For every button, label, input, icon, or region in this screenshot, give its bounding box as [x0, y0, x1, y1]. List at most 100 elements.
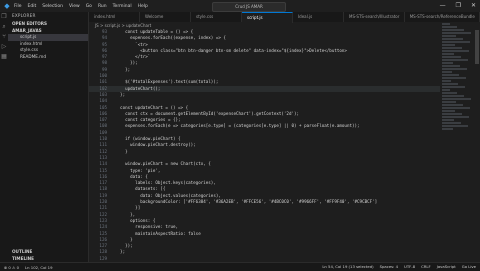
- explorer-sidebar: EXPLORER OPEN EDITORS AMAR_JAVAS script.…: [8, 12, 89, 262]
- code-text: </tr>`: [115, 54, 151, 60]
- editor-tabs: index.html Welcome style.css script.js Ideal…: [89, 12, 480, 23]
- code-text: const ctx = document.getElementById('exp…: [115, 110, 300, 116]
- minimap-line: [442, 65, 460, 67]
- scrollbar-thumb[interactable]: [475, 30, 479, 64]
- code-text: if (window.pieChart) {: [115, 136, 181, 142]
- explorer-header: EXPLORER: [12, 13, 36, 18]
- menu-item-go[interactable]: Go: [86, 4, 92, 9]
- search-icon[interactable]: ⌕: [0, 22, 8, 32]
- editor-tab[interactable]: MS-STS-search/ReferenceBundle: [405, 12, 480, 22]
- editor-scrollbar[interactable]: [474, 22, 480, 249]
- breadcrumb[interactable]: JS > script.js > updateChart: [89, 22, 151, 29]
- code-text: };: [115, 249, 126, 255]
- minimap-line: [442, 47, 462, 49]
- minimap-line: [442, 101, 456, 103]
- close-button[interactable]: ✕: [471, 2, 476, 9]
- code-text: data: Object.values(categories),: [115, 192, 221, 198]
- minimap-line: [442, 80, 451, 82]
- open-editors-section[interactable]: OPEN EDITORS: [8, 20, 88, 27]
- minimap-line: [442, 35, 456, 37]
- code-text: `<tr>: [115, 41, 148, 47]
- source-control-icon[interactable]: ⑂: [0, 32, 8, 42]
- title-bar: ◆ File Edit Selection View Go Run Terminal Help…: [0, 0, 480, 12]
- minimap-line: [442, 59, 468, 61]
- status-item[interactable]: ⊗ 0 ⚠ 0: [4, 265, 19, 270]
- minimap-line: [442, 122, 461, 124]
- menu-item-view[interactable]: View: [69, 4, 80, 9]
- minimap-line: [442, 89, 450, 91]
- minimap-line: [442, 26, 457, 28]
- minimap-line: [442, 68, 467, 70]
- file-item[interactable]: README.md: [8, 54, 88, 61]
- minimap[interactable]: [440, 22, 474, 132]
- code-text: updateChart();: [115, 85, 161, 91]
- project-folder[interactable]: AMAR_JAVAS: [8, 27, 88, 34]
- outline-section[interactable]: OUTLINE: [8, 248, 88, 255]
- editor-tab[interactable]: index.html: [89, 12, 140, 22]
- minimap-line: [442, 38, 463, 40]
- minimap-line: [442, 44, 455, 46]
- menu-item-terminal[interactable]: Terminal: [113, 4, 132, 9]
- editor-tab[interactable]: Ideal.js: [293, 12, 344, 22]
- minimap-line: [442, 41, 470, 43]
- code-text: responsive: true,: [115, 224, 179, 230]
- minimize-button[interactable]: —: [440, 2, 446, 9]
- minimap-line: [442, 128, 453, 130]
- minimap-line: [442, 29, 464, 31]
- minimap-line: [442, 125, 468, 127]
- code-text: expenses.forEach(e => categories[e.type]…: [115, 123, 360, 129]
- command-center-search[interactable]: Crud JS AMAR: [212, 2, 286, 12]
- minimap-line: [442, 98, 471, 100]
- explorer-icon[interactable]: ❐: [0, 12, 8, 22]
- minimap-line: [442, 83, 458, 85]
- minimap-line: [442, 107, 470, 109]
- code-text: backgroundColor: ['#FF6384', '#36A2EB', …: [115, 199, 378, 205]
- minimap-line: [442, 113, 462, 115]
- editor-tab[interactable]: script.js: [242, 12, 293, 23]
- code-text: },: [115, 211, 136, 217]
- editor-tab[interactable]: Welcome: [140, 12, 191, 22]
- minimap-line: [442, 23, 450, 25]
- minimap-line: [442, 77, 466, 79]
- code-text: <button class="btn btn-danger btn-sm del…: [115, 47, 347, 53]
- code-text: window.pieChart.destroy();: [115, 142, 196, 148]
- code-text: data: {: [115, 173, 148, 179]
- extensions-icon[interactable]: ▦: [0, 52, 8, 62]
- menu-item-file[interactable]: File: [14, 4, 22, 9]
- code-text: datasets: [{: [115, 186, 166, 192]
- menu-bar: File Edit Selection View Go Run Terminal Help: [14, 4, 148, 9]
- code-text: const updateTable = () => {: [115, 29, 194, 34]
- menu-item-help[interactable]: Help: [138, 4, 148, 9]
- editor-tab[interactable]: MS-STS-search/Illustrator: [344, 12, 405, 22]
- code-text: const updateChart = () => {: [115, 104, 189, 110]
- minimap-line: [442, 116, 469, 118]
- run-debug-icon[interactable]: ▷: [0, 42, 8, 52]
- minimap-line: [442, 56, 461, 58]
- menu-item-selection[interactable]: Selection: [42, 4, 63, 9]
- menu-item-run[interactable]: Run: [98, 4, 107, 9]
- minimap-line: [442, 95, 464, 97]
- code-text: options: {: [115, 217, 156, 223]
- minimap-line: [442, 119, 454, 121]
- status-item[interactable]: Ln 102, Col 19: [25, 265, 52, 270]
- code-text: }: [115, 236, 133, 242]
- code-text: labels: Object.keys(categories),: [115, 180, 216, 186]
- maximize-button[interactable]: ❐: [456, 2, 461, 9]
- minimap-line: [442, 71, 452, 73]
- window-controls: — ❐ ✕: [440, 2, 476, 9]
- code-editor[interactable]: 93 const updateTable = () => {94 expense…: [89, 29, 440, 267]
- minimap-line: [442, 92, 457, 94]
- activity-bar: ❐ ⌕ ⑂ ▷ ▦: [0, 12, 8, 262]
- minimap-line: [442, 62, 453, 64]
- minimap-line: [442, 32, 471, 34]
- code-text: };: [115, 66, 131, 72]
- minimap-line: [442, 53, 454, 55]
- editor-tab[interactable]: style.css: [191, 12, 242, 22]
- code-text: });: [115, 60, 138, 66]
- menu-item-edit[interactable]: Edit: [28, 4, 37, 9]
- code-text: }]: [115, 205, 141, 211]
- code-text: }: [115, 148, 128, 154]
- code-text: $('#totalExpenses').text(sum(total));: [115, 79, 219, 85]
- timeline-section[interactable]: TIMELINE: [8, 255, 88, 262]
- vscode-logo-icon: ◆: [4, 2, 10, 10]
